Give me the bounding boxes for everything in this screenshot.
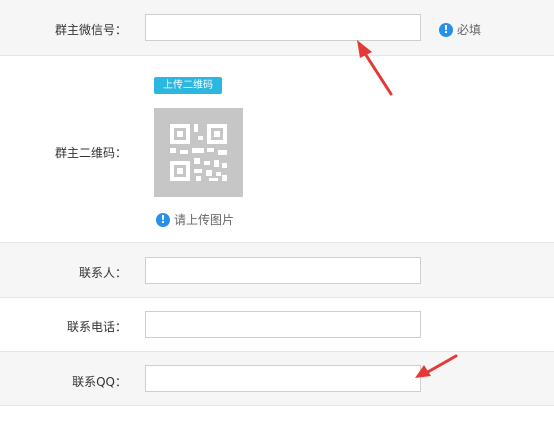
qrcode-label: 群主二维码：: [54, 146, 127, 160]
row-contact: 联系人：: [0, 243, 554, 298]
contact-label: 联系人：: [78, 266, 127, 280]
wechat-label: 群主微信号：: [54, 23, 127, 37]
qq-input[interactable]: [145, 365, 421, 392]
info-circle-icon: !: [439, 22, 453, 37]
phone-label: 联系电话：: [66, 320, 127, 334]
info-circle-icon: !: [156, 212, 170, 227]
row-qrcode: 群主二维码：: [0, 56, 554, 243]
required-hint: ! 必填: [439, 21, 481, 38]
contact-input[interactable]: [145, 257, 421, 284]
red-arrow-icon: [357, 40, 393, 96]
qr-code-icon: [170, 124, 227, 181]
row-qq: 联系QQ：: [0, 352, 554, 406]
upload-qrcode-button[interactable]: 上传二维码: [154, 77, 222, 94]
phone-input[interactable]: [145, 311, 421, 338]
qq-label: 联系QQ：: [72, 375, 127, 389]
red-arrow-icon: [415, 354, 458, 378]
upload-hint: ! 请上传图片: [156, 211, 234, 228]
row-phone: 联系电话：: [0, 298, 554, 352]
qrcode-preview: [154, 108, 243, 197]
row-wechat: 群主微信号： ! 必填: [0, 0, 554, 56]
